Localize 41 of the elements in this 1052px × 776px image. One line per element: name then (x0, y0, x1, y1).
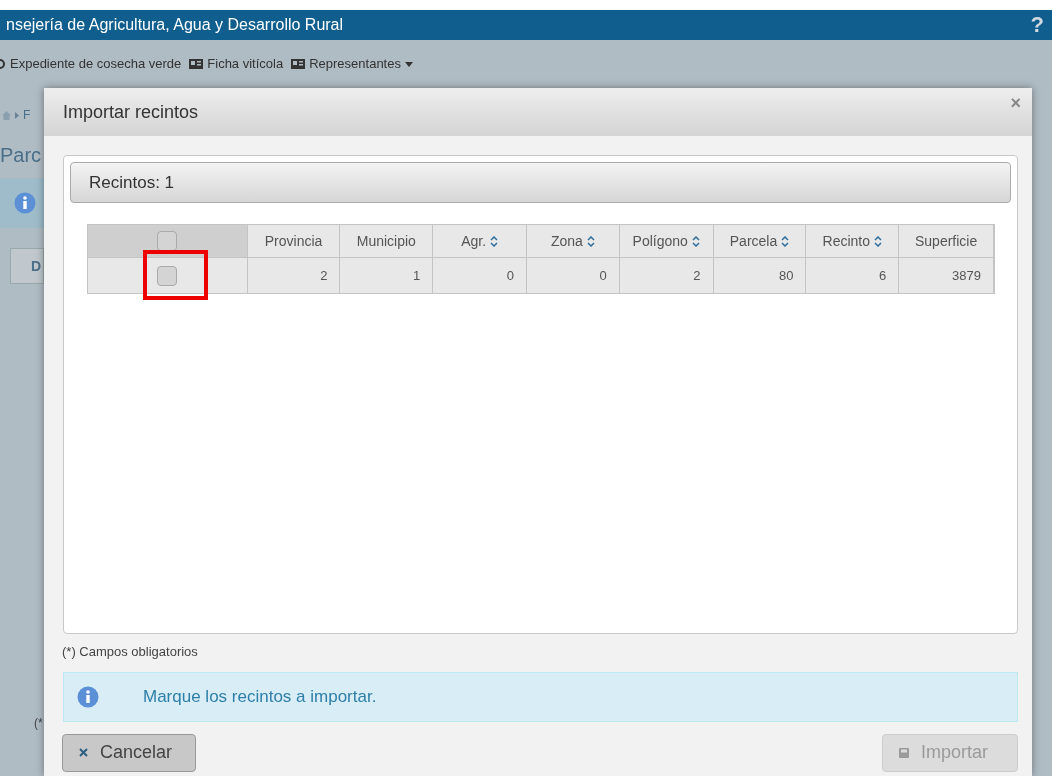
header-title: nsejería de Agricultura, Agua y Desarrollo Rural (5, 15, 344, 35)
footnote: (* (33, 715, 44, 732)
checkbox[interactable] (157, 231, 178, 251)
toolbar-link[interactable]: Ficha vitícola (189, 54, 284, 74)
page-title: Parc (0, 143, 43, 168)
cancel-button[interactable]: Cancelar (62, 733, 196, 772)
info-icon (77, 685, 99, 708)
column-header[interactable]: Recinto (806, 225, 900, 257)
toolbar-link[interactable]: Expediente de cosecha verde (0, 54, 182, 74)
table-cell: 3879 (899, 258, 994, 293)
table-cell: 0 (527, 258, 620, 293)
column-header[interactable]: Parcela (713, 225, 807, 257)
info-text: Marque los recintos a importar. (143, 685, 377, 708)
help-button[interactable]: ? (1030, 14, 1044, 36)
column-header[interactable]: Municipio (340, 225, 434, 257)
tab[interactable]: D (10, 248, 44, 284)
home-icon[interactable] (2, 110, 11, 120)
save-icon (899, 747, 909, 758)
chevron-icon (15, 111, 19, 119)
id-card-icon (291, 59, 306, 69)
checkbox[interactable] (157, 265, 178, 286)
table-cell: 80 (713, 258, 807, 293)
close-icon (79, 748, 88, 757)
panel-title: Recintos: 1 (89, 171, 175, 194)
info-icon (14, 192, 36, 214)
table-cell: 0 (433, 258, 527, 293)
table-row[interactable]: 2 1 0 0 2 80 6 3879 (87, 258, 995, 294)
table-cell: 1 (340, 258, 434, 293)
table-cell: 6 (806, 258, 900, 293)
required-note: (*) Campos obligatorios (62, 643, 199, 661)
table-cell: 2 (619, 258, 714, 293)
column-header[interactable]: Zona (527, 225, 620, 257)
column-header[interactable]: Superficie (899, 225, 994, 257)
table-cell: 2 (247, 258, 341, 293)
toolbar-link[interactable]: Representantes (291, 54, 413, 74)
column-header[interactable]: Agr. (433, 225, 528, 257)
dialog-title: Importar recintos (63, 100, 199, 124)
caret-icon (404, 61, 413, 67)
column-header[interactable]: Provincia (247, 225, 341, 257)
column-header[interactable]: Polígono (619, 225, 714, 257)
id-card-icon (189, 59, 204, 69)
